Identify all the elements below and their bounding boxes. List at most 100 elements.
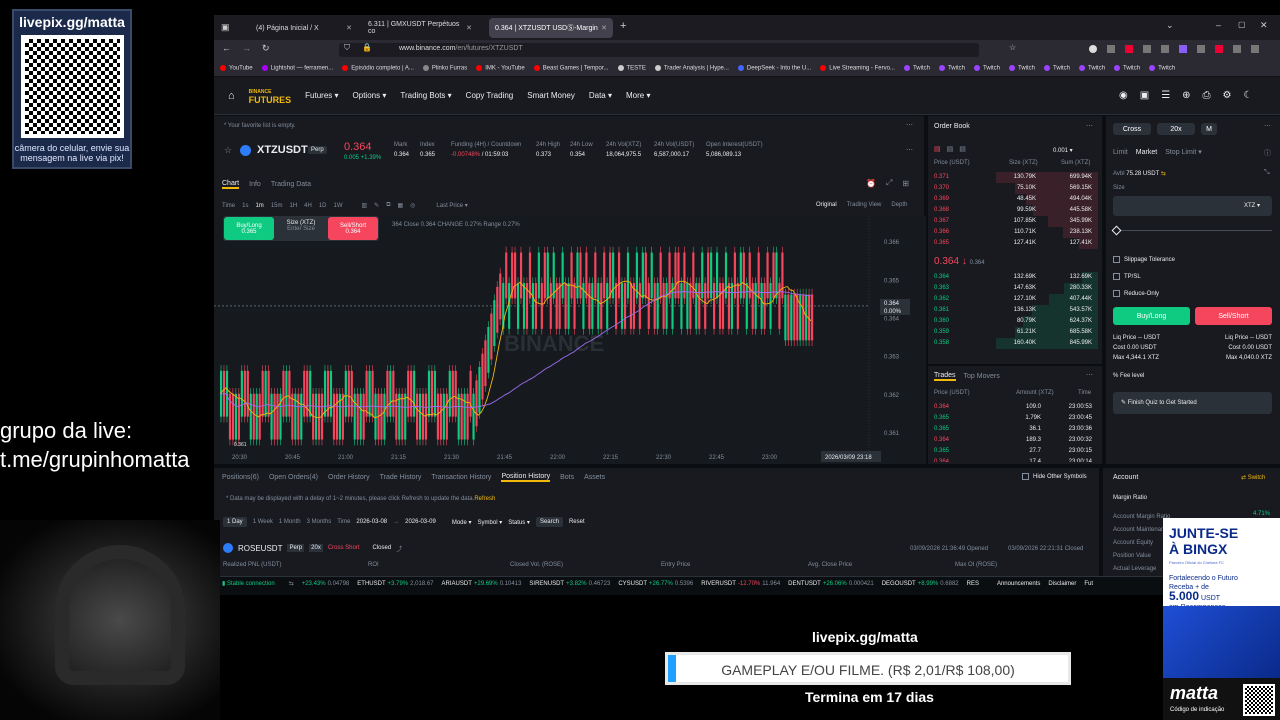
positions-tab[interactable]: Bots: [560, 474, 574, 481]
new-tab-icon[interactable]: +: [620, 20, 626, 32]
range-1-week[interactable]: 1 Week: [253, 519, 273, 525]
binance-futures-logo[interactable]: BINANCE FUTURES: [249, 88, 292, 105]
precision-select[interactable]: 0.001 ▾: [1053, 147, 1073, 154]
address-input[interactable]: www.binance.com/en/futures/XTZUSDT: [339, 43, 979, 57]
range-1-month[interactable]: 1 Month: [279, 519, 301, 525]
orders-icon[interactable]: ☰: [1161, 90, 1170, 101]
nav-smart-money[interactable]: Smart Money: [527, 91, 575, 100]
tab-trades[interactable]: Trades: [934, 372, 956, 381]
bookmark[interactable]: Live Streaming - Fervo...: [820, 64, 895, 71]
extension-icon[interactable]: [1197, 45, 1205, 53]
tab-chart[interactable]: Chart: [222, 180, 240, 189]
bookmark[interactable]: Twitch: [1044, 64, 1070, 71]
size-unit-select[interactable]: XTZ ▾: [1244, 202, 1260, 209]
bids-row[interactable]: 0.364 132.69K 132.69K: [928, 272, 1098, 283]
settings-icon[interactable]: ⚙: [1223, 90, 1232, 101]
search-button[interactable]: Search: [535, 517, 563, 527]
quick-sell-button[interactable]: Sell/Short 0.364: [328, 217, 378, 240]
tab-stop-limit[interactable]: Stop Limit ▾: [1165, 148, 1202, 156]
size-slider[interactable]: [1111, 225, 1272, 236]
positions-tab[interactable]: Trade History: [380, 474, 422, 481]
reduce-only-option[interactable]: Reduce-Only: [1113, 290, 1159, 297]
fee-level-link[interactable]: % Fee level: [1113, 373, 1144, 379]
ticker-item[interactable]: DEGOUSDT +8.99% 0.6882: [882, 581, 959, 587]
view-tradingview[interactable]: Trading View: [847, 202, 882, 208]
transfer-icon[interactable]: ⇆: [1161, 171, 1166, 177]
positions-tab[interactable]: Assets: [584, 474, 605, 481]
link-announcements[interactable]: Announcements: [997, 581, 1040, 587]
favorite-star-icon[interactable]: ☆: [224, 145, 232, 156]
hide-other-symbols[interactable]: Hide Other Symbols: [1022, 473, 1087, 480]
bookmark[interactable]: Beast Games | Tempor...: [533, 64, 609, 71]
quick-size-input[interactable]: Size (XTZ) Enter Size: [274, 217, 328, 240]
extension-icon[interactable]: [1089, 45, 1097, 53]
bids-row[interactable]: 0.361 136.13K 543.57K: [928, 305, 1098, 316]
position-row[interactable]: ROSEUSDT Perp 20x Cross Short Closed ⤴: [223, 543, 402, 553]
nav-trading-bots[interactable]: Trading Bots ▾: [400, 91, 451, 100]
tab-limit[interactable]: Limit: [1113, 149, 1128, 156]
asks-row[interactable]: 0.368 99.59K 445.58K: [928, 205, 1098, 216]
asks-row[interactable]: 0.371 130.79K 699.94K: [928, 172, 1098, 183]
asks-row[interactable]: 0.366 110.71K 238.13K: [928, 227, 1098, 238]
symbol-select[interactable]: Symbol ▾: [478, 519, 503, 526]
tab-trading-data[interactable]: Trading Data: [271, 181, 311, 188]
view-depth[interactable]: Depth: [891, 202, 907, 208]
user-icon[interactable]: ◉: [1119, 90, 1128, 101]
extension-icon[interactable]: [1215, 45, 1223, 53]
tpsl-option[interactable]: TP/SL: [1113, 273, 1141, 280]
asks-row[interactable]: 0.369 48.45K 494.04K: [928, 194, 1098, 205]
extension-icon[interactable]: [1233, 45, 1241, 53]
status-select[interactable]: Status ▾: [508, 519, 530, 526]
buy-long-button[interactable]: Buy/Long: [1113, 307, 1190, 325]
asset-mode-button[interactable]: M: [1201, 123, 1217, 135]
bookmark[interactable]: TESTE: [617, 64, 646, 71]
tab-gmx[interactable]: 6.311 | GMXUSDT Perpétuos co ✕: [362, 18, 478, 38]
checkbox[interactable]: [1113, 290, 1120, 297]
bookmark[interactable]: Trader Analysis | Hype...: [654, 64, 729, 71]
book-both-icon[interactable]: ▤: [934, 145, 941, 153]
interval-1h[interactable]: 1H: [289, 203, 297, 209]
ticker-item[interactable]: ARIAUSDT +29.69% 0.10413: [442, 581, 522, 587]
extension-icon[interactable]: [1143, 45, 1151, 53]
minimize-icon[interactable]: –: [1216, 20, 1221, 30]
bids-row[interactable]: 0.362 127.10K 407.44K: [928, 294, 1098, 305]
extension-icon[interactable]: [1107, 45, 1115, 53]
extension-icon[interactable]: [1179, 45, 1187, 53]
nav-copy-trading[interactable]: Copy Trading: [466, 91, 514, 100]
tab-market[interactable]: Market: [1136, 149, 1157, 156]
bids-row[interactable]: 0.363 147.63K 280.33K: [928, 283, 1098, 294]
checkbox[interactable]: [1022, 473, 1029, 480]
asks-row[interactable]: 0.367 107.85K 345.99K: [928, 216, 1098, 227]
info-icon[interactable]: ⓘ: [1264, 148, 1271, 158]
ticker-item[interactable]: DENTUSDT +26.06% 0.000421: [788, 581, 874, 587]
link-disclaimer[interactable]: Disclaimer: [1048, 581, 1076, 587]
date-to[interactable]: 2026-03-09: [405, 519, 436, 525]
bids-row[interactable]: 0.358 160.40K 845.99K: [928, 338, 1098, 349]
interval-15m[interactable]: 15m: [271, 203, 283, 209]
interval-1d[interactable]: 1D: [319, 203, 327, 209]
interval-1w[interactable]: 1W: [334, 203, 343, 209]
ticker-settings-icon[interactable]: ⇆: [289, 580, 294, 587]
nav-futures[interactable]: Futures ▾: [305, 91, 338, 100]
margin-mode-button[interactable]: Cross: [1113, 123, 1151, 135]
finish-quiz-button[interactable]: ✎ Finish Quiz to Get Started: [1113, 392, 1272, 414]
wallet-icon[interactable]: ▣: [1140, 90, 1149, 101]
bids-row[interactable]: 0.359 61.21K 685.58K: [928, 327, 1098, 338]
reset-button[interactable]: Reset: [569, 519, 585, 525]
link-futures[interactable]: Fut: [1084, 581, 1093, 587]
bookmark[interactable]: Twitch: [1009, 64, 1035, 71]
nav-options[interactable]: Options ▾: [353, 91, 387, 100]
quick-buy-button[interactable]: Buy/Long 0.365: [224, 217, 274, 240]
bookmark[interactable]: YouTube: [220, 64, 253, 71]
size-input[interactable]: XTZ ▾: [1113, 196, 1272, 216]
close-icon[interactable]: ✕: [601, 24, 607, 32]
bookmark[interactable]: Twitch: [973, 64, 1000, 71]
bookmark[interactable]: Plinko Furras: [422, 64, 467, 71]
positions-tab[interactable]: Order History: [328, 474, 370, 481]
symbol-name[interactable]: XTZUSDT: [257, 144, 308, 156]
interval-1s[interactable]: 1s: [242, 203, 248, 209]
bookmark[interactable]: Twitch: [903, 64, 930, 71]
indicator-icon[interactable]: ⧉: [386, 202, 390, 209]
interval-1m[interactable]: 1m: [255, 203, 263, 209]
nav-data[interactable]: Data ▾: [589, 91, 612, 100]
